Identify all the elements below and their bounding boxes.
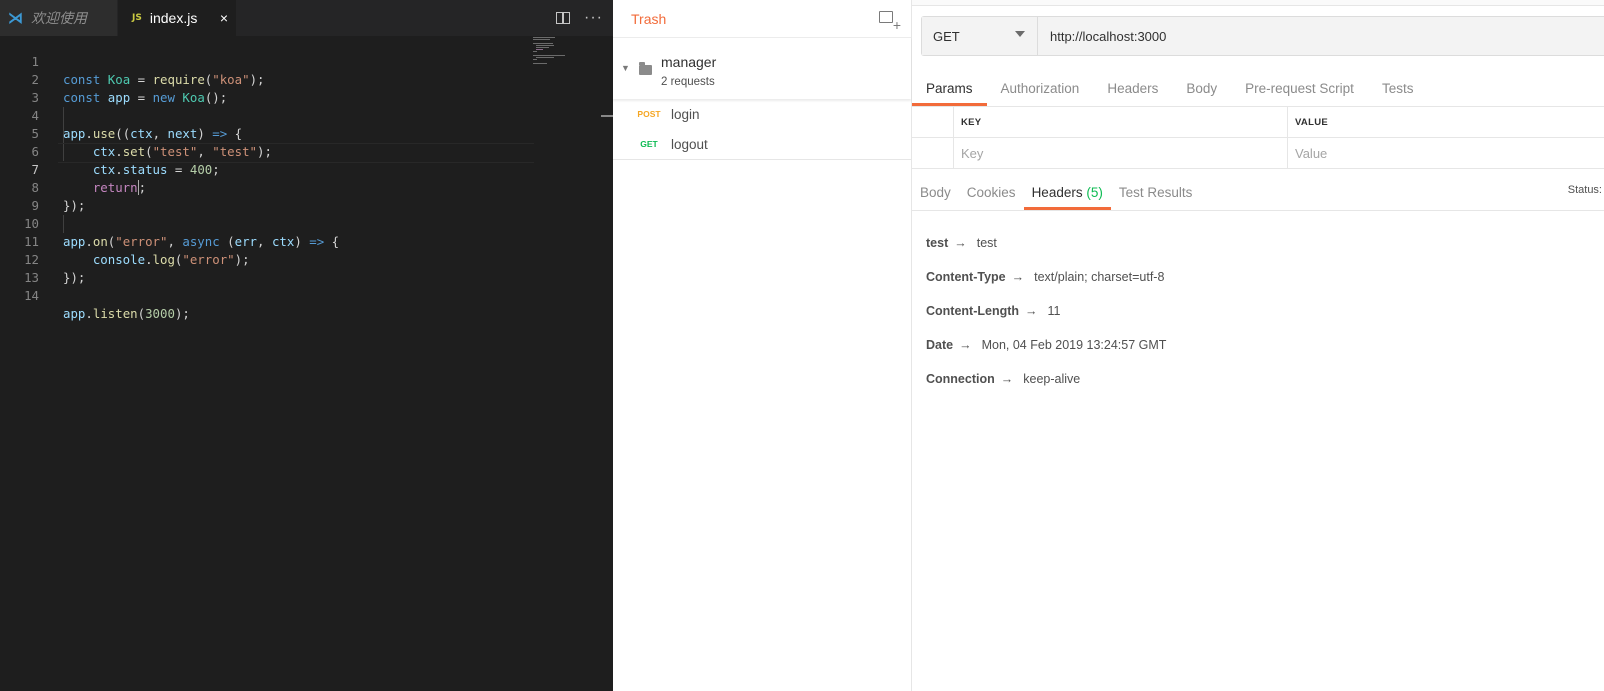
arrow-icon: → <box>1025 304 1038 318</box>
divider <box>613 159 911 160</box>
tab-pre-request-script[interactable]: Pre-request Script <box>1231 71 1368 106</box>
editor-tab-bar: ⋊ 欢迎使用 JS index.js × ··· <box>0 0 613 36</box>
url-bar: GET <box>921 16 1604 56</box>
code-line: 2 const app = new Koa(); <box>0 53 613 105</box>
request-tabs: Params Authorization Headers Body Pre-re… <box>912 71 1604 107</box>
header-key: Connection <box>926 372 995 386</box>
code-line: 14 app.listen(3000); <box>0 269 613 321</box>
header-key: test <box>926 236 949 250</box>
arrow-icon: → <box>959 338 972 352</box>
tab-strip <box>912 0 1604 6</box>
code-line: 5 ctx.set("test", "test"); <box>0 107 613 159</box>
header-value: test <box>976 236 997 250</box>
code-line: 8 }); <box>0 161 613 213</box>
tab-index-js[interactable]: JS index.js × <box>118 0 236 36</box>
sidebar-header: Trash <box>613 0 911 37</box>
code-line: 12 }); <box>0 233 613 285</box>
params-row <box>912 138 1604 169</box>
response-tabs: Body Cookies Headers (5) Test Results <box>912 175 1604 211</box>
header-value: keep-alive <box>1023 372 1081 386</box>
tab-response-body[interactable]: Body <box>912 175 959 210</box>
header-value: 11 <box>1047 304 1061 318</box>
code-area[interactable]: 1 const Koa = require("koa"); 2 const ap… <box>0 35 613 321</box>
code-line: 3 <box>0 71 613 105</box>
param-key-input[interactable] <box>961 145 1271 161</box>
request-builder: GET Params Authorization Headers Body Pr… <box>912 0 1604 691</box>
split-editor-icon[interactable] <box>556 12 571 24</box>
request-name: login <box>671 106 700 122</box>
tab-authorization[interactable]: Authorization <box>987 71 1094 106</box>
code-line: 11 console.log("error"); <box>0 215 613 267</box>
caret-down-icon[interactable]: ▼ <box>621 63 630 73</box>
headers-count: (5) <box>1086 185 1103 200</box>
params-table: KEY VALUE <box>912 107 1604 169</box>
request-name: logout <box>671 136 708 152</box>
tab-label: 欢迎使用 <box>31 10 87 26</box>
method-badge: GET <box>640 139 658 149</box>
request-item-login[interactable]: POST login <box>613 99 911 129</box>
header-row: Content-Length → 11 <box>926 294 1166 328</box>
tab-cookies[interactable]: Cookies <box>959 175 1024 210</box>
code-text: app.listen(3000); <box>63 306 190 321</box>
params-header-row: KEY VALUE <box>912 107 1604 138</box>
code-line: 1 const Koa = require("koa"); <box>0 35 613 87</box>
new-collection-icon[interactable] <box>879 11 901 31</box>
tab-label: Headers <box>1031 185 1083 200</box>
header-row: Connection → keep-alive <box>926 362 1166 396</box>
request-item-logout[interactable]: GET logout <box>613 129 911 159</box>
value-column-header: VALUE <box>1295 116 1328 128</box>
response-headers-list: test → test Content-Type → text/plain; chars… <box>926 226 1166 396</box>
trash-link[interactable]: Trash <box>631 11 666 27</box>
header-key: Content-Type <box>926 270 1006 284</box>
js-file-icon: JS <box>132 13 142 23</box>
folder-request-count: 2 requests <box>661 76 715 88</box>
arrow-icon: → <box>1011 270 1025 284</box>
code-line: 10 app.on("error", async (err, ctx) => { <box>0 197 613 249</box>
arrow-icon: → <box>1000 372 1014 386</box>
tab-headers[interactable]: Headers <box>1093 71 1172 106</box>
line-number: 14 <box>24 288 39 303</box>
key-column-header: KEY <box>961 116 982 128</box>
vscode-icon: ⋊ <box>8 10 23 27</box>
code-line-current: 7 return; <box>0 143 613 195</box>
param-value-input[interactable] <box>1295 145 1589 161</box>
status-label: Status: <box>1567 184 1602 196</box>
tab-test-results[interactable]: Test Results <box>1111 175 1201 210</box>
tab-params[interactable]: Params <box>912 71 987 106</box>
folder-icon <box>639 62 652 75</box>
code-line: 9 <box>0 179 613 213</box>
header-key: Content-Length <box>926 304 1020 318</box>
method-badge: POST <box>637 109 661 119</box>
code-line: 6 ctx.status = 400; <box>0 125 613 177</box>
chevron-down-icon <box>1015 31 1025 37</box>
tab-tests[interactable]: Tests <box>1368 71 1428 106</box>
code-line: 13 <box>0 251 613 285</box>
header-row: Date → Mon, 04 Feb 2019 13:24:57 GMT <box>926 328 1166 362</box>
url-input[interactable] <box>1038 17 1604 55</box>
header-value: Mon, 04 Feb 2019 13:24:57 GMT <box>981 338 1167 352</box>
tab-label: index.js <box>149 10 198 26</box>
collection-folder[interactable]: ▼ manager 2 requests <box>613 37 911 99</box>
tab-welcome[interactable]: ⋊ 欢迎使用 <box>0 0 117 36</box>
code-editor[interactable]: ⋊ 欢迎使用 JS index.js × ··· 1 const Koa = r… <box>0 0 613 691</box>
folder-name: manager <box>661 54 717 70</box>
scrollbar-marker[interactable] <box>601 115 613 117</box>
method-select[interactable]: GET <box>922 17 1038 55</box>
tab-response-headers[interactable]: Headers (5) <box>1023 175 1112 210</box>
tab-body[interactable]: Body <box>1172 71 1231 106</box>
code-line: 4 app.use((ctx, next) => { <box>0 89 613 141</box>
close-icon[interactable]: × <box>220 9 228 27</box>
minimap[interactable] <box>533 36 573 66</box>
collections-sidebar: Trash ▼ manager 2 requests POST login GE… <box>613 0 912 691</box>
header-row: Content-Type → text/plain; charset=utf-8 <box>926 260 1166 294</box>
method-value: GET <box>933 28 960 44</box>
header-key: Date <box>926 338 954 352</box>
header-row: test → test <box>926 226 1166 260</box>
more-actions-icon[interactable]: ··· <box>584 10 603 26</box>
header-value: text/plain; charset=utf-8 <box>1034 270 1165 284</box>
arrow-icon: → <box>954 236 967 250</box>
